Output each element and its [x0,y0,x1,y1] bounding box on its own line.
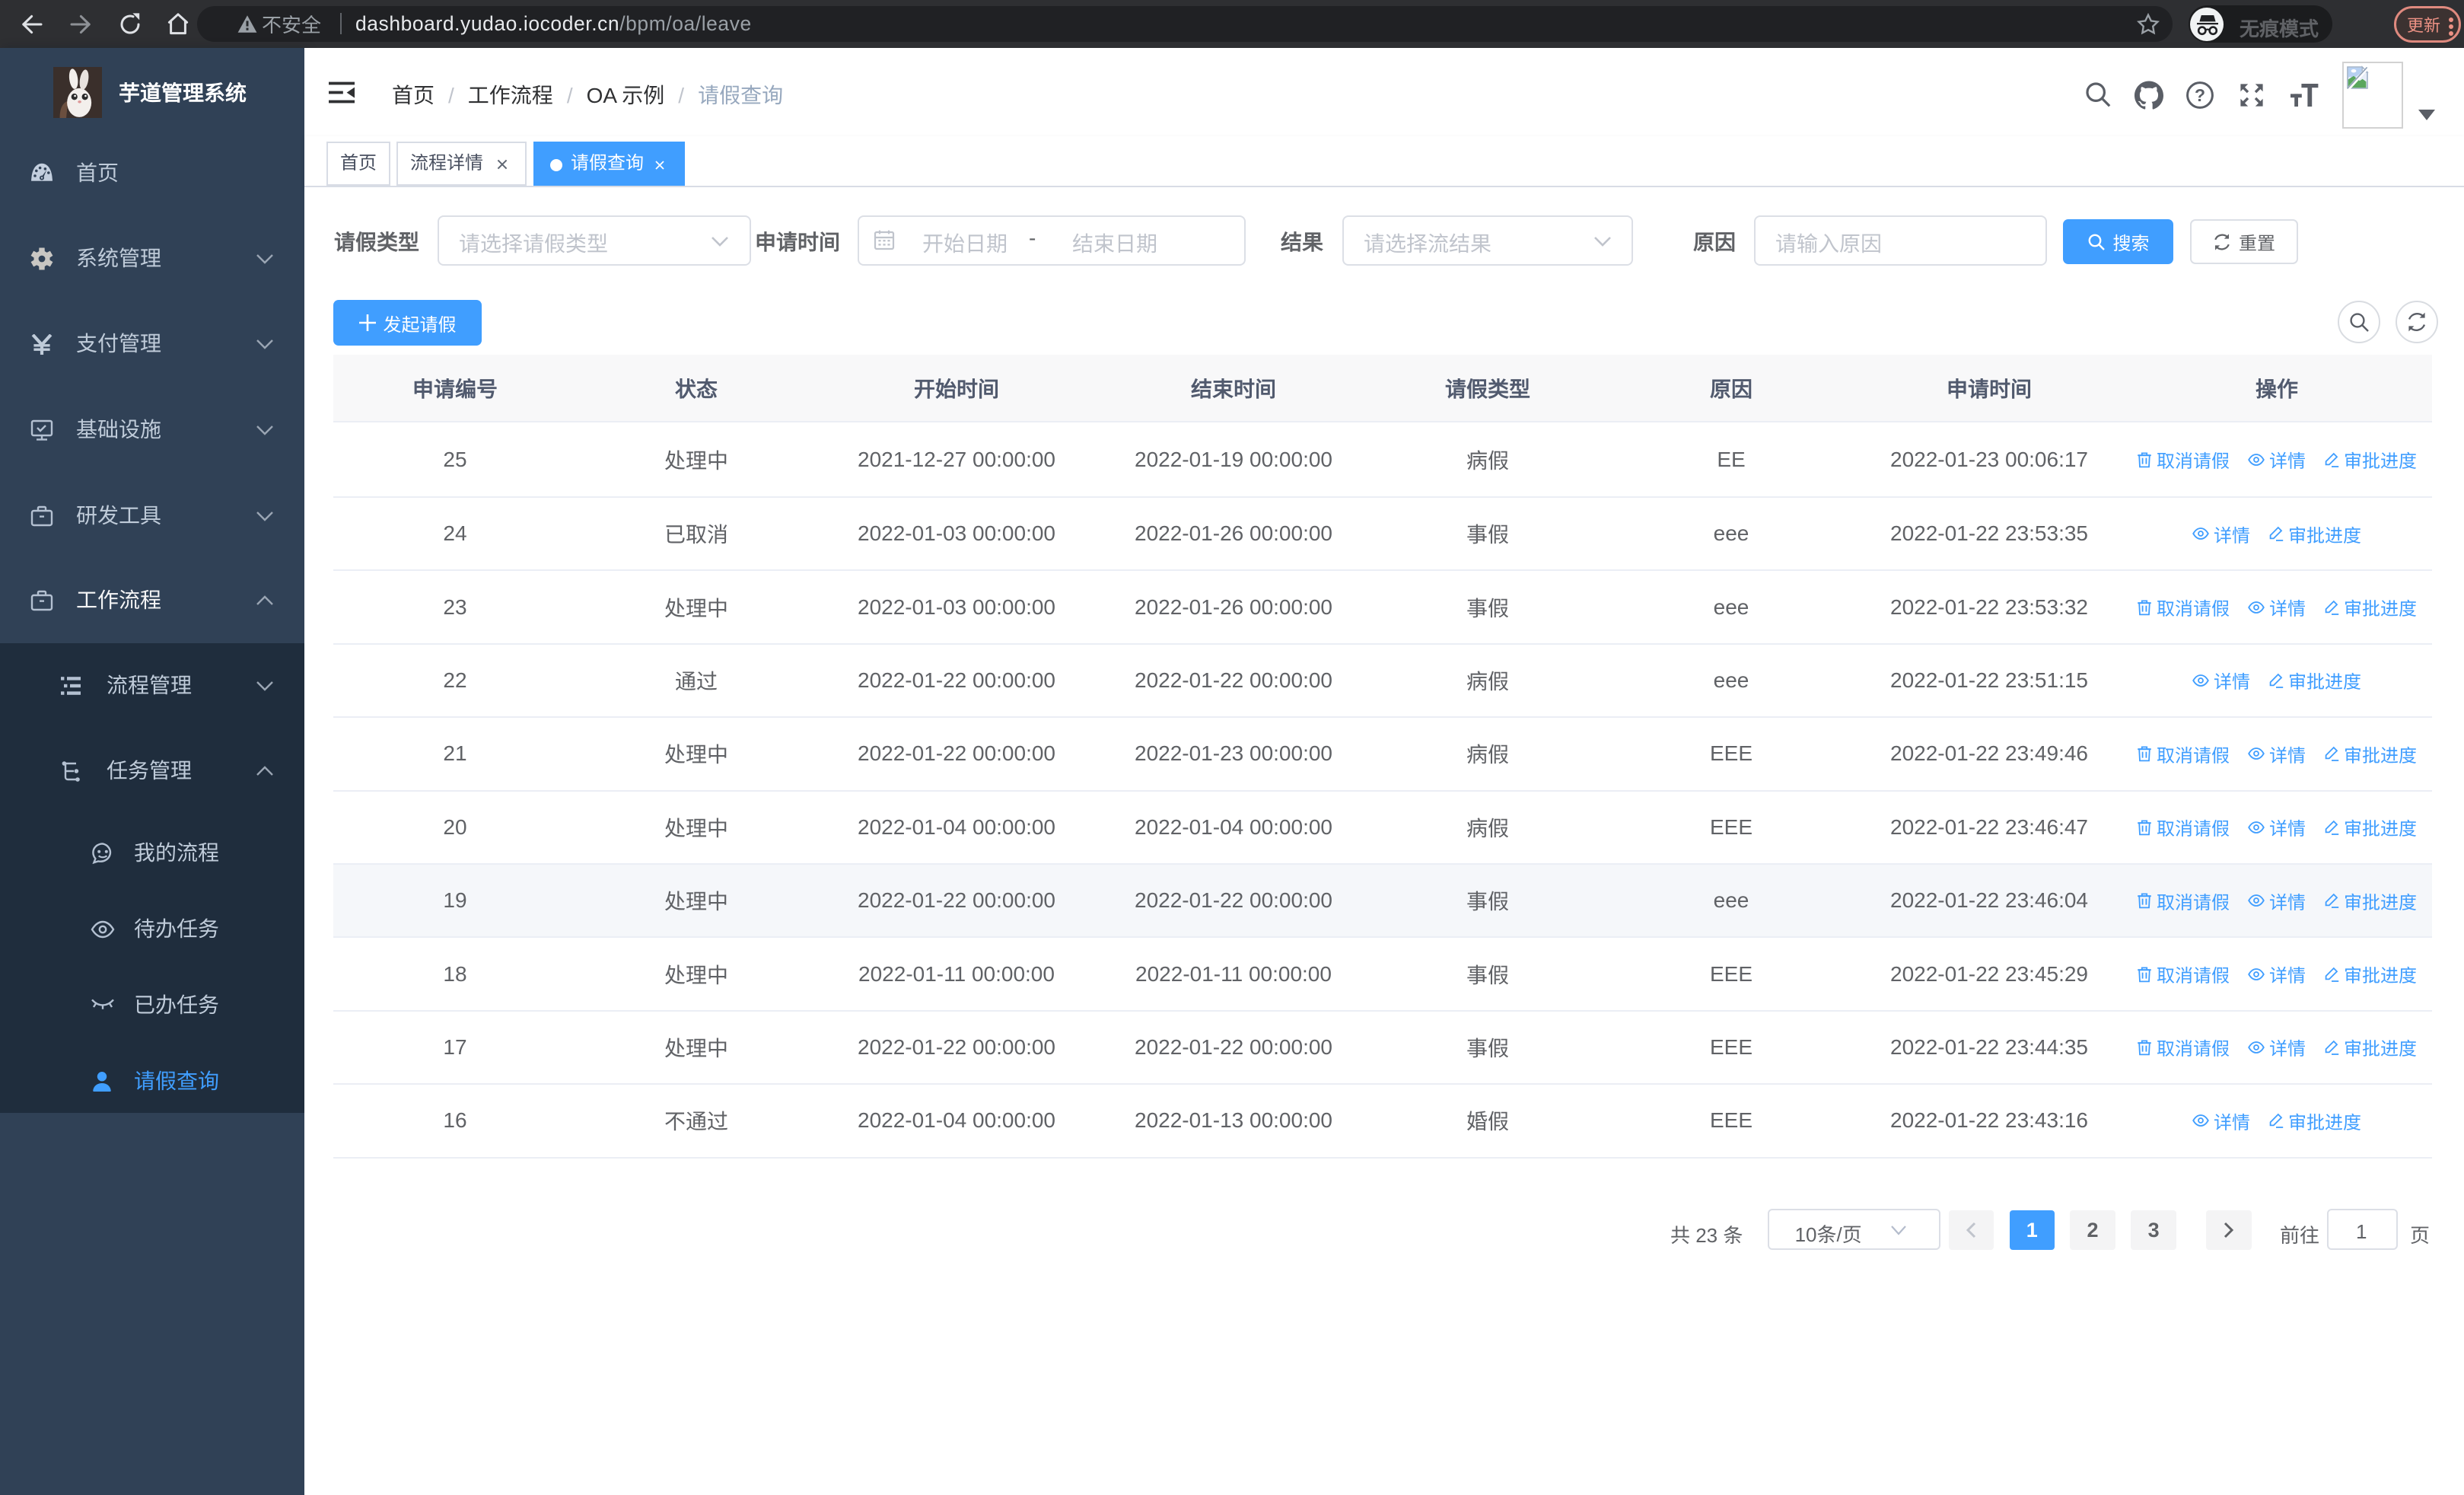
svg-text:?: ? [2195,85,2205,105]
